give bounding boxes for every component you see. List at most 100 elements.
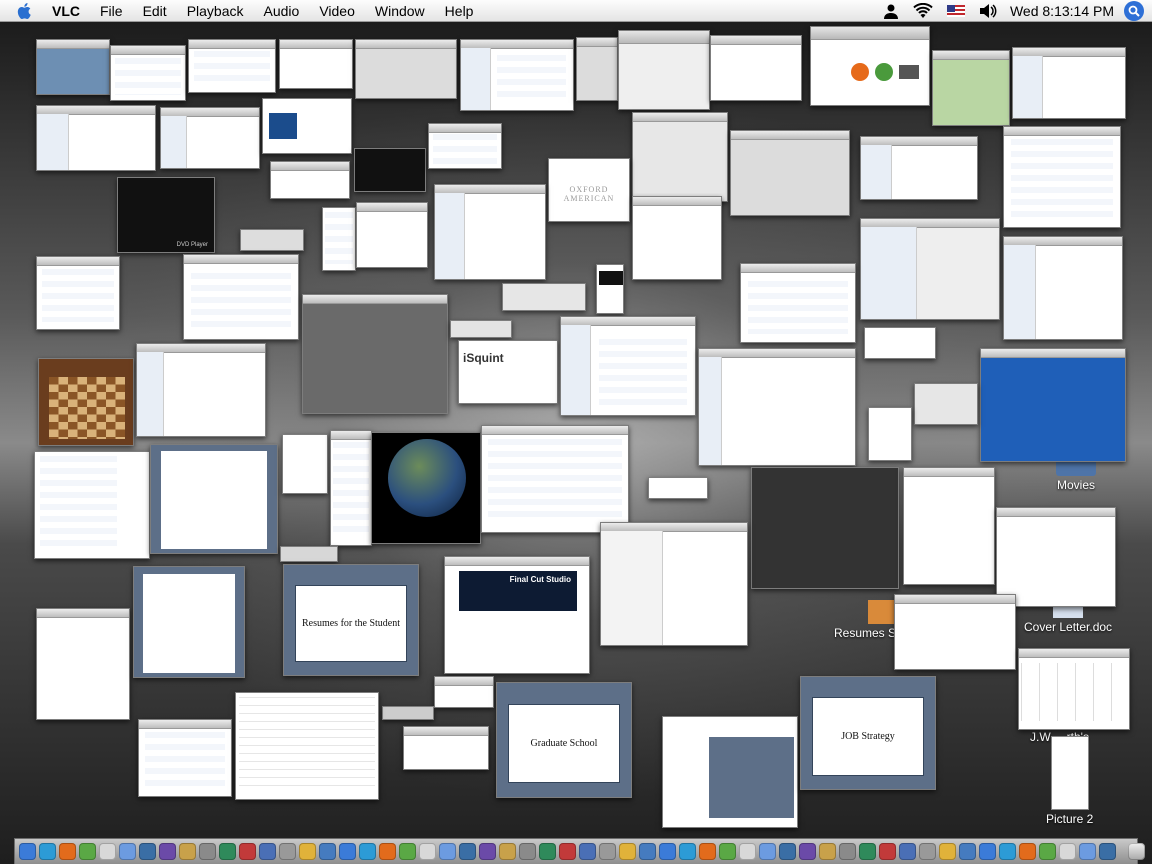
- window-thumbnail-dialog[interactable]: [864, 327, 936, 359]
- window-thumbnail-controller[interactable]: [382, 706, 434, 720]
- dock-app-icon[interactable]: [859, 843, 876, 860]
- window-thumbnail[interactable]: [576, 37, 618, 101]
- dock-app-icon[interactable]: [719, 843, 736, 860]
- window-thumbnail[interactable]: [188, 39, 276, 93]
- window-thumbnail-list[interactable]: [740, 263, 856, 343]
- apple-menu-icon[interactable]: [14, 0, 36, 22]
- window-thumbnail[interactable]: [330, 430, 372, 546]
- window-thumbnail[interactable]: [460, 39, 574, 111]
- window-thumbnail[interactable]: [282, 434, 328, 494]
- window-thumbnail[interactable]: [860, 218, 1000, 320]
- dock-app-icon[interactable]: [699, 843, 716, 860]
- dock-app-icon[interactable]: [479, 843, 496, 860]
- window-thumbnail[interactable]: [110, 45, 186, 101]
- window-thumbnail-spreadsheet[interactable]: [481, 425, 629, 533]
- menu-file[interactable]: File: [90, 0, 133, 22]
- dock-app-icon[interactable]: [1079, 843, 1096, 860]
- dock-app-icon[interactable]: [359, 843, 376, 860]
- dock-app-icon[interactable]: [419, 843, 436, 860]
- window-thumbnail-about[interactable]: [262, 98, 352, 154]
- window-thumbnail[interactable]: [138, 719, 232, 797]
- dock-finder-icon[interactable]: [19, 843, 36, 860]
- window-thumbnail[interactable]: [270, 161, 350, 199]
- window-thumbnail[interactable]: [428, 123, 502, 169]
- dock-app-icon[interactable]: [379, 843, 396, 860]
- window-thumbnail-presentation[interactable]: [662, 716, 798, 828]
- menu-app-vlc[interactable]: VLC: [48, 0, 90, 22]
- window-thumbnail[interactable]: [160, 107, 260, 169]
- window-thumbnail-dark[interactable]: [354, 148, 426, 192]
- dock-app-icon[interactable]: [679, 843, 696, 860]
- window-thumbnail-prefs[interactable]: [632, 112, 728, 202]
- dock-app-icon[interactable]: [779, 843, 796, 860]
- dock-app-icon[interactable]: [879, 843, 896, 860]
- window-thumbnail-document[interactable]: [133, 566, 245, 678]
- window-thumbnail[interactable]: [279, 39, 353, 89]
- dock-app-icon[interactable]: [559, 843, 576, 860]
- window-thumbnail[interactable]: [183, 254, 299, 340]
- window-thumbnail-prefs[interactable]: [730, 130, 850, 216]
- dock-app-icon[interactable]: [279, 843, 296, 860]
- dock-firefox-icon[interactable]: [59, 843, 76, 860]
- dock-safari-icon[interactable]: [39, 843, 56, 860]
- window-thumbnail-firefox-installer[interactable]: [810, 26, 930, 106]
- dock-app-icon[interactable]: [599, 843, 616, 860]
- window-thumbnail-photo[interactable]: [36, 39, 110, 95]
- dock-app-icon[interactable]: [739, 843, 756, 860]
- window-thumbnail[interactable]: [450, 320, 512, 338]
- volume-icon[interactable]: [979, 3, 997, 19]
- window-thumbnail[interactable]: [1003, 236, 1123, 340]
- dock-app-icon[interactable]: [1099, 843, 1116, 860]
- window-thumbnail[interactable]: [903, 467, 995, 585]
- dock-app-icon[interactable]: [799, 843, 816, 860]
- window-thumbnail-sims[interactable]: [932, 50, 1010, 126]
- window-thumbnail[interactable]: [36, 608, 130, 720]
- dock-app-icon[interactable]: [1059, 843, 1076, 860]
- dock-trash-icon[interactable]: [1128, 843, 1145, 860]
- window-thumbnail-document[interactable]: [150, 444, 278, 554]
- dock-app-icon[interactable]: [219, 843, 236, 860]
- window-thumbnail-browser[interactable]: [980, 348, 1126, 462]
- window-thumbnail-spreadsheet[interactable]: [1003, 126, 1121, 228]
- dock-app-icon[interactable]: [259, 843, 276, 860]
- window-thumbnail[interactable]: [280, 546, 338, 562]
- menu-clock[interactable]: Wed 8:13:14 PM: [1010, 3, 1114, 19]
- window-thumbnail-dialog[interactable]: [355, 39, 457, 99]
- menu-audio[interactable]: Audio: [254, 0, 310, 22]
- window-thumbnail-presentation[interactable]: Graduate School: [496, 682, 632, 798]
- window-thumbnail[interactable]: [434, 184, 546, 280]
- dock-app-icon[interactable]: [939, 843, 956, 860]
- window-thumbnail[interactable]: [356, 202, 428, 268]
- window-thumbnail[interactable]: [710, 35, 802, 101]
- dock-app-icon[interactable]: [1039, 843, 1056, 860]
- desktop-icon-picture2[interactable]: Picture 2: [1046, 736, 1093, 826]
- dock-app-icon[interactable]: [239, 843, 256, 860]
- window-thumbnail[interactable]: [322, 207, 356, 271]
- dock-imovie-icon[interactable]: [159, 843, 176, 860]
- dock-app-icon[interactable]: [299, 843, 316, 860]
- dock-app-icon[interactable]: [899, 843, 916, 860]
- window-thumbnail[interactable]: [648, 477, 708, 499]
- dock-app-icon[interactable]: [399, 843, 416, 860]
- window-thumbnail-oxford[interactable]: OXFORD AMERICAN: [548, 158, 630, 222]
- window-thumbnail[interactable]: [136, 343, 266, 437]
- window-thumbnail-presentation[interactable]: Resumes for the Student: [283, 564, 419, 676]
- window-thumbnail[interactable]: [600, 522, 748, 646]
- window-thumbnail-finder[interactable]: [860, 136, 978, 200]
- window-thumbnail-calendar[interactable]: [1018, 648, 1130, 730]
- dock-app-icon[interactable]: [539, 843, 556, 860]
- user-icon[interactable]: [883, 3, 899, 19]
- window-thumbnail-dvd-player[interactable]: DVD Player: [117, 177, 215, 253]
- window-thumbnail-calculator[interactable]: [914, 383, 978, 425]
- dock-app-icon[interactable]: [499, 843, 516, 860]
- dock-ical-icon[interactable]: [99, 843, 116, 860]
- dock-app-icon[interactable]: [839, 843, 856, 860]
- window-thumbnail-presentation[interactable]: JOB Strategy: [800, 676, 936, 790]
- window-thumbnail-isquint[interactable]: iSquint: [458, 340, 558, 404]
- dock-mail-icon[interactable]: [119, 843, 136, 860]
- window-thumbnail-grid[interactable]: [235, 692, 379, 800]
- dock-itunes-icon[interactable]: [79, 843, 96, 860]
- flag-us-icon[interactable]: [946, 5, 965, 17]
- window-thumbnail-chess[interactable]: [38, 358, 134, 446]
- wifi-icon[interactable]: [913, 3, 933, 19]
